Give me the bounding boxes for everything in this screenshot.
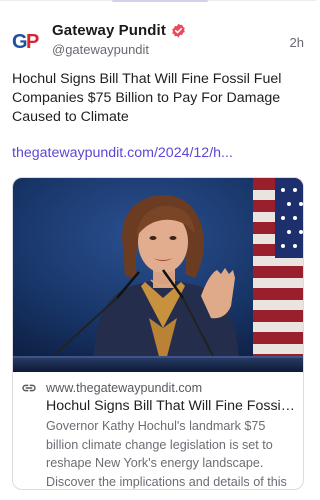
card-description: Governor Kathy Hochul's landmark $75 bil… bbox=[46, 419, 287, 489]
post-header: G P Gateway Pundit @gatewaypundit 2h bbox=[12, 20, 304, 60]
gateway-pundit-logo: G P bbox=[12, 31, 39, 53]
card-thumbnail-image bbox=[13, 178, 303, 372]
card-domain-row: www.thegatewaypundit.com bbox=[21, 380, 295, 396]
post[interactable]: G P Gateway Pundit @gatewaypundit 2h Hoc… bbox=[12, 20, 304, 490]
link-icon bbox=[21, 380, 37, 396]
link-preview-card[interactable]: www.thegatewaypundit.com Hochul Signs Bi… bbox=[12, 177, 304, 490]
author-names: Gateway Pundit @gatewaypundit bbox=[52, 20, 290, 57]
us-flag bbox=[253, 178, 303, 372]
post-link[interactable]: thegatewaypundit.com/2024/12/h... bbox=[12, 145, 304, 161]
name-row: Gateway Pundit bbox=[52, 20, 290, 40]
card-domain: www.thegatewaypundit.com bbox=[46, 381, 203, 395]
card-title: Hochul Signs Bill That Will Fine Fossil … bbox=[46, 398, 295, 414]
post-text: Hochul Signs Bill That Will Fine Fossil … bbox=[12, 71, 282, 125]
display-name[interactable]: Gateway Pundit bbox=[52, 22, 166, 39]
author-handle[interactable]: @gatewaypundit bbox=[52, 42, 290, 57]
top-tab-indicator bbox=[112, 0, 208, 2]
card-body: www.thegatewaypundit.com Hochul Signs Bi… bbox=[13, 372, 303, 489]
svg-text:P: P bbox=[26, 31, 39, 53]
verified-badge-icon bbox=[171, 23, 186, 38]
avatar[interactable]: G P bbox=[12, 26, 42, 56]
post-timestamp[interactable]: 2h bbox=[290, 35, 304, 50]
